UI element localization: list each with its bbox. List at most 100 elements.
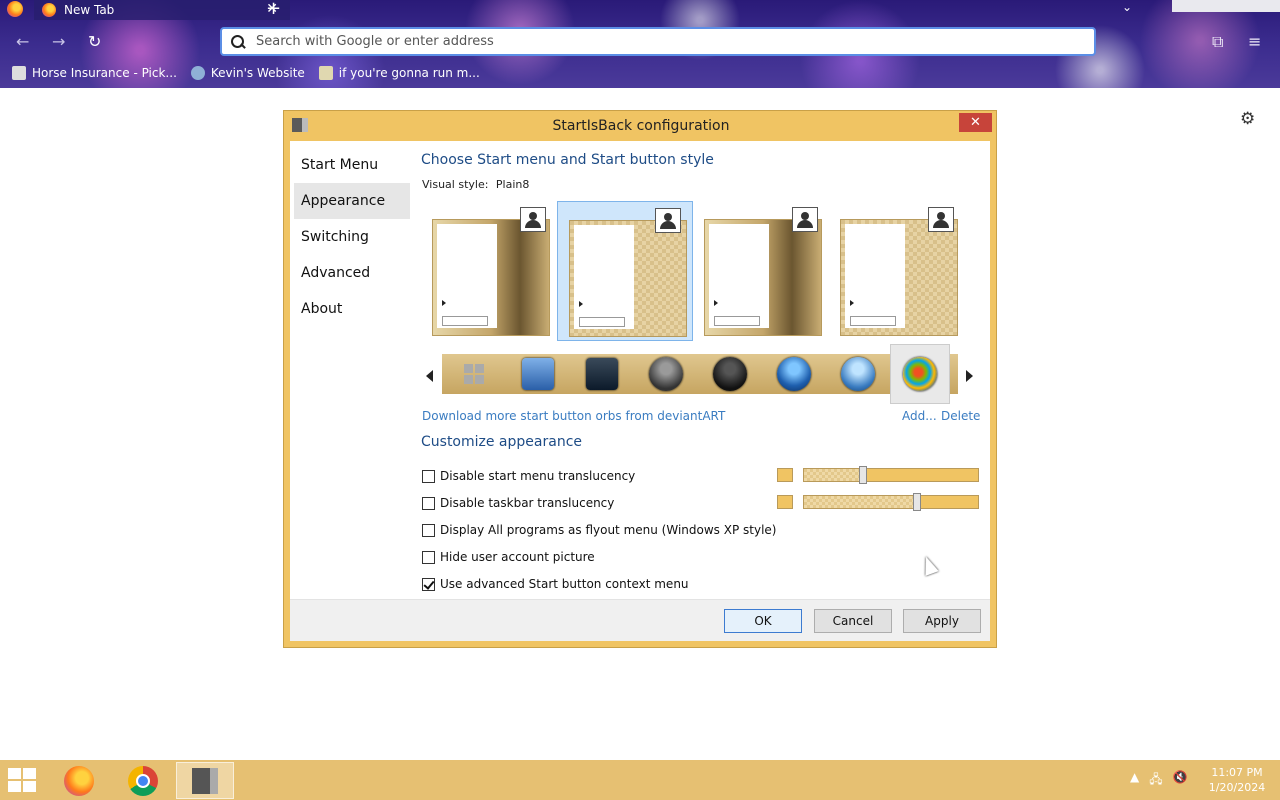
option-advanced-context-menu[interactable]: Use advanced Start button context menu	[422, 576, 689, 592]
nav-item-start-menu[interactable]: Start Menu	[294, 147, 410, 183]
scroll-right-arrow-icon[interactable]	[966, 370, 973, 382]
firefox-menu-icon[interactable]	[7, 1, 23, 17]
hamburger-menu-icon[interactable]: ≡	[1248, 32, 1261, 51]
slider-fill	[804, 496, 918, 508]
search-icon	[230, 34, 246, 50]
taskbar-opacity-slider[interactable]	[803, 493, 979, 511]
back-arrow-icon[interactable]: ←	[16, 32, 29, 51]
style-thumbnail[interactable]	[421, 201, 557, 341]
address-input[interactable]	[256, 34, 1056, 49]
windows7-grey-orb-icon	[649, 357, 683, 391]
taskbar-startisback[interactable]	[176, 762, 234, 799]
bookmark-favicon-icon	[12, 66, 26, 80]
taskbar-firefox[interactable]	[50, 762, 108, 799]
chrome-icon	[128, 765, 158, 796]
visual-style-label: Visual style:	[422, 178, 489, 191]
style-thumbnails	[421, 201, 965, 341]
option-label: Disable start menu translucency	[440, 469, 636, 483]
start-button[interactable]	[8, 768, 38, 792]
option-label: Display All programs as flyout menu (Win…	[440, 523, 777, 537]
bookmark-item[interactable]: Horse Insurance - Pick...	[12, 66, 177, 80]
new-tab-button[interactable]: +	[266, 0, 281, 19]
orb-option[interactable]	[508, 356, 568, 392]
slider-thumb[interactable]	[913, 493, 922, 511]
taskbar: ▲ 🖧 🔇 11:07 PM 1/20/2024	[0, 760, 1280, 800]
dialog-footer: OK Cancel Apply	[290, 599, 990, 641]
checkbox[interactable]	[422, 496, 435, 510]
orb-option[interactable]	[764, 356, 824, 392]
windows7-black-orb-icon	[713, 357, 747, 391]
orb-option[interactable]	[572, 356, 632, 392]
orb-picker	[420, 344, 976, 404]
option-label: Disable taskbar translucency	[440, 496, 615, 510]
scroll-left-arrow-icon[interactable]	[426, 370, 433, 382]
orb-option[interactable]	[828, 356, 888, 392]
start-menu-color-swatch[interactable]	[777, 468, 793, 482]
close-button[interactable]: ✕	[959, 113, 992, 132]
forward-arrow-icon[interactable]: →	[52, 32, 65, 51]
nav-item-appearance[interactable]: Appearance	[294, 183, 410, 219]
apply-button[interactable]: Apply	[903, 609, 981, 633]
visual-style-row: Visual style: Plain8	[422, 178, 529, 191]
orb-option-selected[interactable]	[890, 344, 950, 404]
add-orb-link[interactable]: Add...	[902, 409, 937, 423]
windows8-orb-icon	[522, 358, 554, 390]
style-thumbnail[interactable]	[693, 201, 829, 341]
checkbox-checked[interactable]	[422, 577, 435, 591]
style-thumbnail[interactable]	[557, 201, 693, 341]
windows-color-orb-icon	[903, 357, 937, 391]
firefox-icon	[64, 765, 94, 796]
option-disable-taskbar-translucency[interactable]: Disable taskbar translucency	[422, 495, 614, 511]
dialog-body: Start Menu Appearance Switching Advanced…	[290, 141, 990, 641]
nav-item-about[interactable]: About	[294, 291, 410, 327]
checkbox[interactable]	[422, 469, 435, 483]
nav-item-switching[interactable]: Switching	[294, 219, 410, 255]
network-icon[interactable]: 🖧	[1149, 770, 1162, 791]
ok-button[interactable]: OK	[724, 609, 802, 633]
dialog-title: StartIsBack configuration	[552, 118, 730, 134]
address-bar[interactable]	[220, 27, 1096, 56]
show-hidden-icons-chevron-icon[interactable]: ▲	[1130, 770, 1139, 791]
clock-date: 1/20/2024	[1208, 781, 1266, 794]
metro-tiles-orb-icon	[464, 364, 484, 384]
style-thumbnail[interactable]	[829, 201, 965, 341]
bookmark-item[interactable]: if you're gonna run m...	[318, 66, 480, 80]
download-orbs-link[interactable]: Download more start button orbs from dev…	[422, 409, 725, 423]
bookmark-item[interactable]: Kevin's Website	[190, 66, 305, 80]
startisback-dialog: StartIsBack configuration ✕ Start Menu A…	[283, 110, 997, 648]
taskbar-color-swatch[interactable]	[777, 495, 793, 509]
option-hide-user-picture[interactable]: Hide user account picture	[422, 549, 595, 565]
checkbox[interactable]	[422, 550, 435, 564]
option-flyout-menu[interactable]: Display All programs as flyout menu (Win…	[422, 522, 776, 538]
orb-option[interactable]	[444, 356, 504, 392]
dialog-titlebar: StartIsBack configuration ✕	[284, 111, 998, 141]
orb-strip	[442, 344, 958, 404]
option-disable-start-menu-translucency[interactable]: Disable start menu translucency	[422, 468, 635, 484]
slider-fill	[804, 469, 864, 481]
tab-title: New Tab	[64, 3, 115, 17]
bookmark-label: Horse Insurance - Pick...	[32, 66, 177, 80]
orb-option[interactable]	[636, 356, 696, 392]
checkbox[interactable]	[422, 523, 435, 537]
cancel-button[interactable]: Cancel	[814, 609, 892, 633]
start-menu-opacity-slider[interactable]	[803, 466, 979, 484]
visual-style-value: Plain8	[495, 178, 530, 191]
list-all-tabs-icon[interactable]: ⌄	[1122, 0, 1132, 14]
tab-new-tab[interactable]: New Tab ✕	[34, 0, 290, 20]
nav-item-advanced[interactable]: Advanced	[294, 255, 410, 291]
window-controls[interactable]	[1172, 0, 1280, 12]
delete-orb-link[interactable]: Delete	[941, 409, 980, 423]
startisback-app-icon	[292, 118, 308, 132]
extensions-icon[interactable]: ⧉	[1212, 32, 1223, 52]
orb-option[interactable]	[700, 356, 760, 392]
user-avatar-icon	[792, 207, 818, 232]
reload-icon[interactable]: ↻	[88, 32, 101, 51]
page-settings-gear-icon[interactable]: ⚙	[1240, 109, 1255, 129]
user-avatar-icon	[655, 208, 681, 233]
slider-thumb[interactable]	[859, 466, 868, 484]
windows7-blue-orb-icon	[777, 357, 811, 391]
clock[interactable]: 11:07 PM 1/20/2024	[1204, 765, 1270, 795]
taskbar-chrome[interactable]	[114, 762, 172, 799]
firefox-favicon-icon	[42, 3, 56, 17]
volume-muted-icon[interactable]: 🔇	[1173, 770, 1188, 791]
